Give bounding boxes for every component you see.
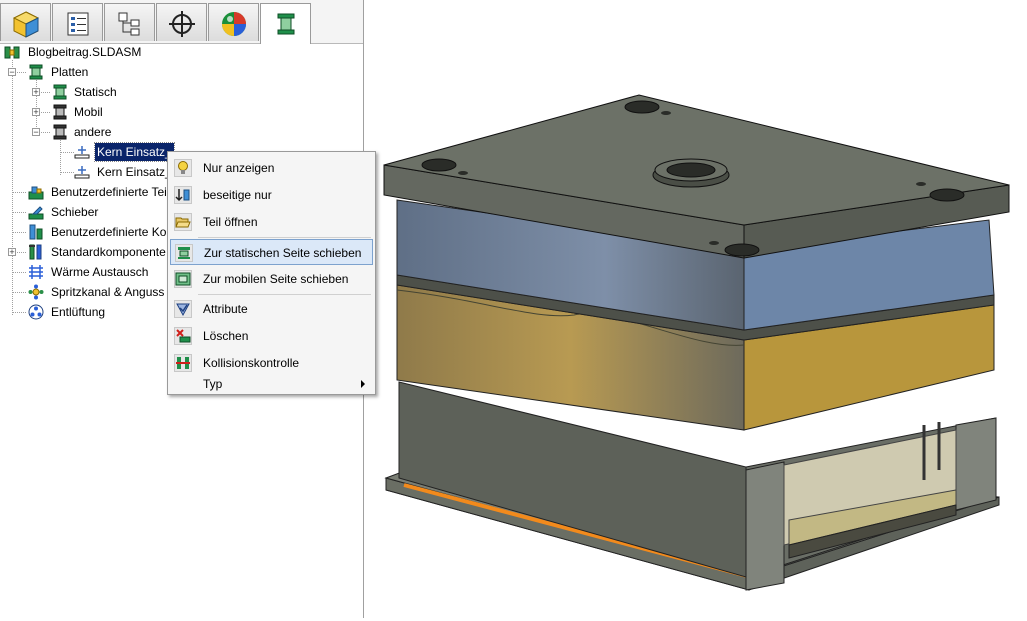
display-manager-icon <box>222 12 246 36</box>
menu-item-zur-mobilen-seite[interactable]: Zur mobilen Seite schieben <box>170 266 373 292</box>
lightbulb-icon <box>174 159 192 177</box>
custom-parts-icon <box>28 186 44 200</box>
tab-display-manager[interactable] <box>208 3 259 41</box>
submenu-arrow-icon <box>361 380 365 388</box>
menu-label: Löschen <box>203 329 249 343</box>
menu-label: beseitige nur <box>203 188 272 202</box>
tree-item-entlueftung[interactable]: Entlüftung <box>28 303 168 321</box>
tree-label: Mobil <box>74 105 103 119</box>
cooling-icon <box>29 265 43 279</box>
menu-label: Zur statischen Seite schieben <box>204 246 362 260</box>
tab-feature-manager[interactable] <box>0 3 51 41</box>
menu-label: Attribute <box>203 302 248 316</box>
configuration-manager-icon <box>118 12 140 36</box>
tree-label: Entlüftung <box>51 305 106 319</box>
plate-part-icon <box>74 146 90 159</box>
attribute-icon <box>174 300 192 318</box>
tree-label: Platten <box>51 65 89 79</box>
manager-tabs <box>0 0 363 44</box>
menu-item-zur-statischen-seite[interactable]: Zur statischen Seite schieben <box>170 239 373 265</box>
tree-item-benutzerdefinierte-teile[interactable]: Benutzerdefinierte Tei <box>28 183 168 201</box>
assembly-icon <box>4 46 20 59</box>
graphics-viewport[interactable] <box>364 0 1027 618</box>
tree-item-root[interactable]: Blogbeitrag.SLDASM <box>4 43 204 61</box>
move-to-mobile-icon <box>174 270 192 288</box>
mold-base-model <box>383 94 1010 591</box>
mold-plate-icon <box>29 64 43 80</box>
tree-label: Benutzerdefinierte Tei <box>51 185 167 199</box>
tree-item-andere[interactable]: andere <box>52 123 252 141</box>
menu-label: Zur mobilen Seite schieben <box>203 272 349 286</box>
menu-item-kollisionskontrolle[interactable]: Kollisionskontrolle <box>170 350 373 376</box>
open-folder-icon <box>174 213 192 231</box>
feature-manager-icon <box>12 11 40 38</box>
collapse-toggle[interactable]: − <box>8 68 16 77</box>
menu-label: Nur anzeigen <box>203 161 275 175</box>
tab-configuration-manager[interactable] <box>104 3 155 41</box>
tree-label: andere <box>74 125 112 139</box>
mold-plate-icon <box>53 84 67 100</box>
tree-item-schieber[interactable]: Schieber <box>28 203 168 221</box>
menu-item-nur-anzeigen[interactable]: Nur anzeigen <box>170 155 373 181</box>
custom-component-icon <box>29 224 43 240</box>
expand-toggle[interactable]: + <box>32 108 40 117</box>
tree-label: Spritzkanal & Anguss <box>51 285 165 299</box>
menu-item-teil-oeffnen[interactable]: Teil öffnen <box>170 209 373 235</box>
mold-base-icon <box>277 13 295 35</box>
slider-icon <box>28 206 44 220</box>
tree-label: Kern Einsatz_ <box>94 142 175 162</box>
mold-plate-icon <box>53 124 67 140</box>
tree-item-platten[interactable]: Platten <box>28 63 228 81</box>
tree-label: Wärme Austausch <box>51 265 149 279</box>
mold-plate-icon <box>53 104 67 120</box>
context-menu: Nur anzeigen beseitige nur Teil öffnen Z… <box>167 151 376 395</box>
tree-label: Statisch <box>74 85 117 99</box>
collision-check-icon <box>174 354 192 372</box>
move-to-static-icon <box>175 244 193 262</box>
runner-icon <box>28 284 44 300</box>
tree-item-mobil[interactable]: Mobil <box>52 103 252 121</box>
tree-label: Schieber <box>51 205 99 219</box>
tree-label: Benutzerdefinierte Kon <box>51 225 168 239</box>
tab-dimxpert[interactable] <box>156 3 207 41</box>
expand-toggle[interactable]: + <box>32 88 40 97</box>
expand-toggle[interactable]: + <box>8 248 16 257</box>
menu-item-attribute[interactable]: Attribute <box>170 296 373 322</box>
tab-mold-base[interactable] <box>260 3 311 44</box>
menu-label: Typ <box>203 377 223 391</box>
dimxpert-icon <box>169 11 195 37</box>
tree-label: Standardkomponente <box>51 245 166 259</box>
hide-others-icon <box>174 186 192 204</box>
tree-item-standardkomponente[interactable]: Standardkomponente <box>28 243 168 261</box>
property-manager-icon <box>67 12 89 36</box>
tree-label: Kern Einsatz_ <box>97 165 172 179</box>
tree-item-benutzerdefinierte-komponenten[interactable]: Benutzerdefinierte Kon <box>28 223 168 241</box>
menu-label: Kollisionskontrolle <box>203 356 300 370</box>
tree-item-statisch[interactable]: Statisch <box>52 83 252 101</box>
standard-component-icon <box>29 244 42 260</box>
collapse-toggle[interactable]: − <box>32 128 40 137</box>
menu-label: Teil öffnen <box>203 215 258 229</box>
menu-item-beseitige-nur[interactable]: beseitige nur <box>170 182 373 208</box>
delete-icon <box>174 327 192 345</box>
tab-property-manager[interactable] <box>52 3 103 41</box>
tree-item-waerme-austausch[interactable]: Wärme Austausch <box>28 263 168 281</box>
menu-item-typ[interactable]: Typ <box>170 374 373 394</box>
venting-icon <box>28 304 44 320</box>
tree-label: Blogbeitrag.SLDASM <box>28 45 142 59</box>
tree-item-spritzkanal[interactable]: Spritzkanal & Anguss <box>28 283 168 301</box>
plate-part-icon <box>74 166 90 179</box>
menu-item-loeschen[interactable]: Löschen <box>170 323 373 349</box>
